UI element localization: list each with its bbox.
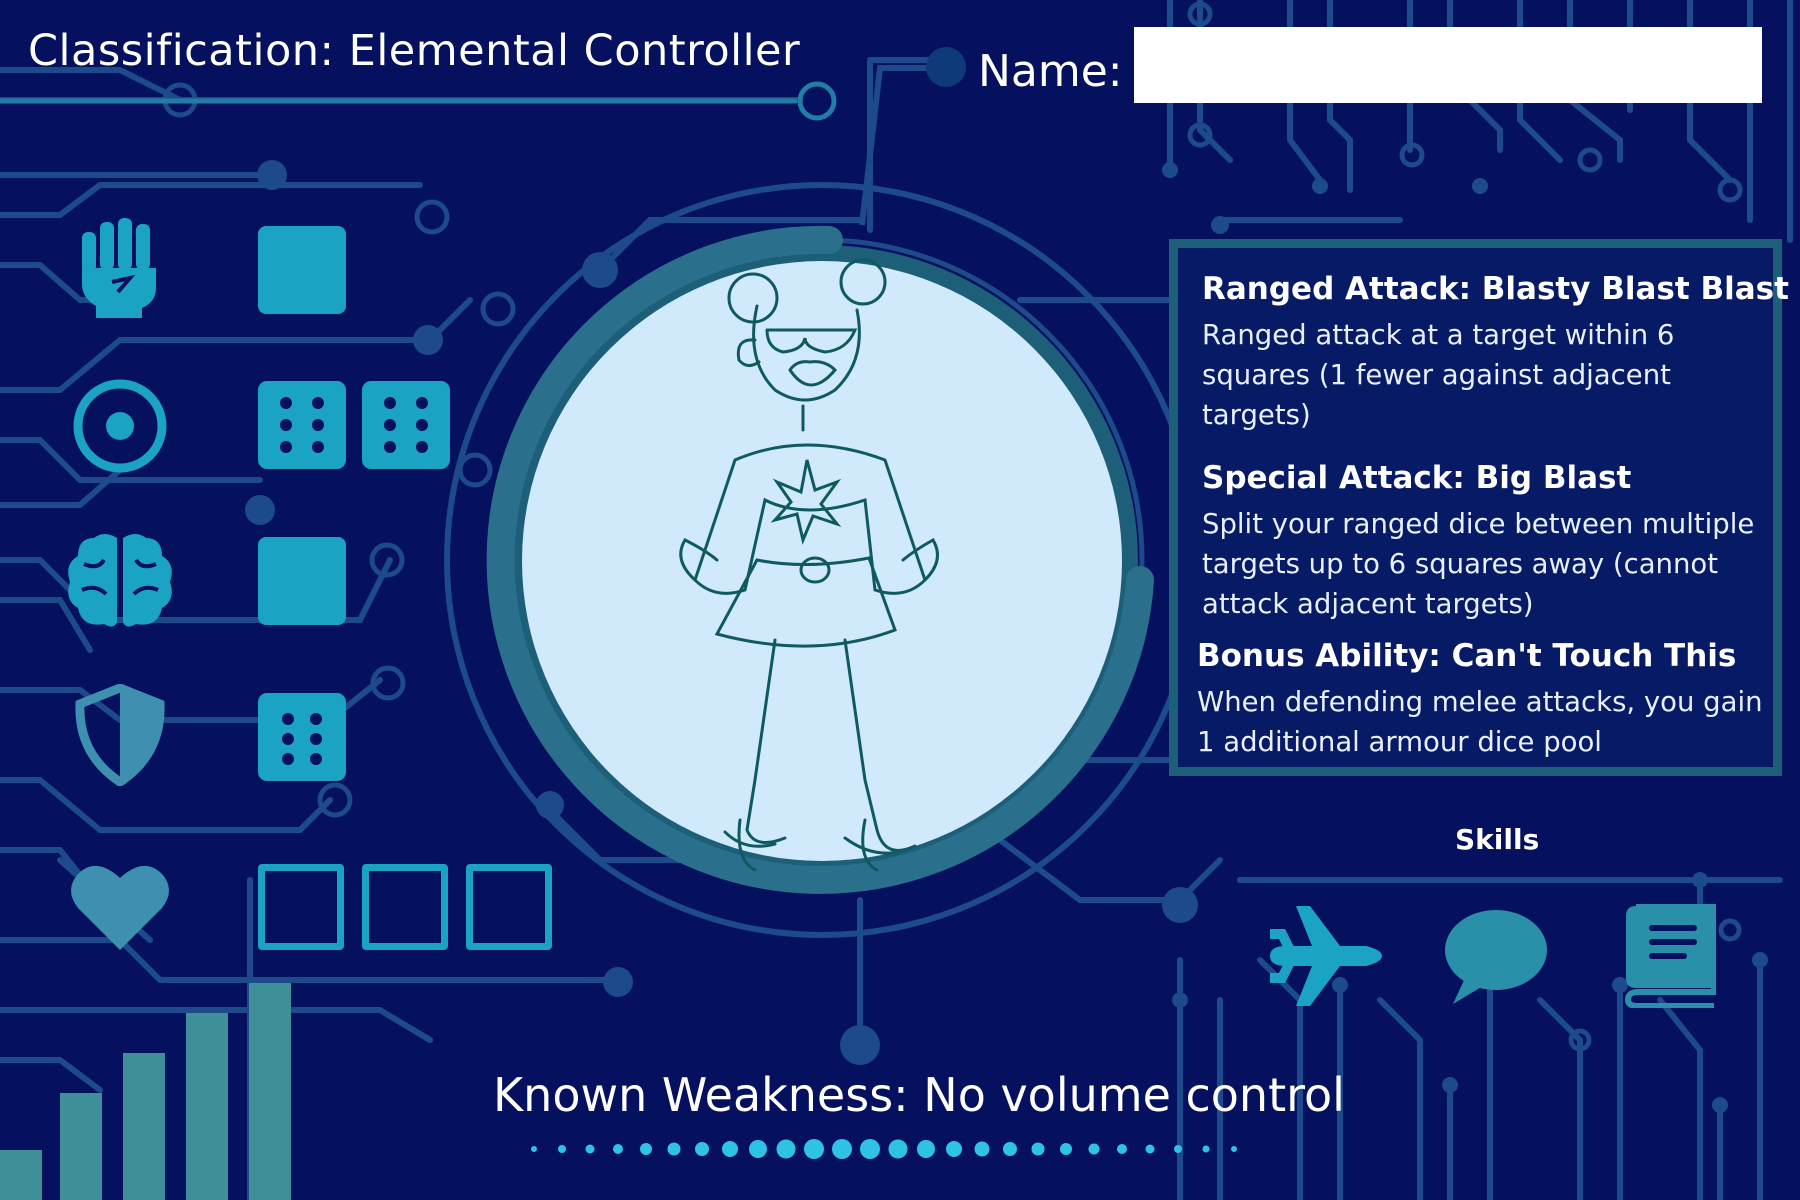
stat-dice-block[interactable] xyxy=(258,537,346,625)
character-portrait xyxy=(486,225,1154,894)
shield-icon xyxy=(75,684,165,786)
name-label: Name: xyxy=(978,46,1123,97)
ability-title: Bonus Ability: Can't Touch This xyxy=(1197,638,1737,674)
ability-bonus: Bonus Ability: Can't Touch This When def… xyxy=(1197,638,1777,762)
target-icon xyxy=(73,379,167,473)
ability-description: Split your ranged dice between multiple … xyxy=(1202,508,1755,620)
speech-bubble-icon[interactable] xyxy=(1443,906,1549,1006)
ability-description: Ranged attack at a target within 6 squar… xyxy=(1202,319,1675,431)
brain-icon xyxy=(68,534,172,627)
fist-icon xyxy=(82,218,156,318)
book-icon[interactable] xyxy=(1624,904,1716,1008)
dice-six-icon[interactable] xyxy=(258,381,346,469)
skills-title: Skills xyxy=(1455,823,1540,856)
abilities-panel: Ranged Attack: Blasty Blast Blast Ranged… xyxy=(1169,239,1789,776)
known-weakness: Known Weakness: No volume control xyxy=(493,1068,1345,1122)
heart-icon xyxy=(71,865,169,950)
airplane-icon[interactable] xyxy=(1266,904,1382,1008)
ability-special-attack: Special Attack: Big Blast Split your ran… xyxy=(1202,460,1782,624)
ability-title: Ranged Attack: Blasty Blast Blast xyxy=(1202,271,1789,307)
dice-six-icon[interactable] xyxy=(362,381,450,469)
name-field[interactable] xyxy=(1134,27,1762,103)
empty-stat-box[interactable] xyxy=(258,864,344,950)
stat-dice-block[interactable] xyxy=(258,226,346,314)
ability-description: When defending melee attacks, you gain 1… xyxy=(1197,686,1763,758)
ability-ranged-attack: Ranged Attack: Blasty Blast Blast Ranged… xyxy=(1202,271,1789,435)
ability-title: Special Attack: Big Blast xyxy=(1202,460,1632,496)
dice-four-icon[interactable] xyxy=(258,693,346,781)
empty-stat-box[interactable] xyxy=(362,864,448,950)
classification-title: Classification: Elemental Controller xyxy=(28,26,801,76)
decorative-dot-line xyxy=(531,1139,1237,1159)
